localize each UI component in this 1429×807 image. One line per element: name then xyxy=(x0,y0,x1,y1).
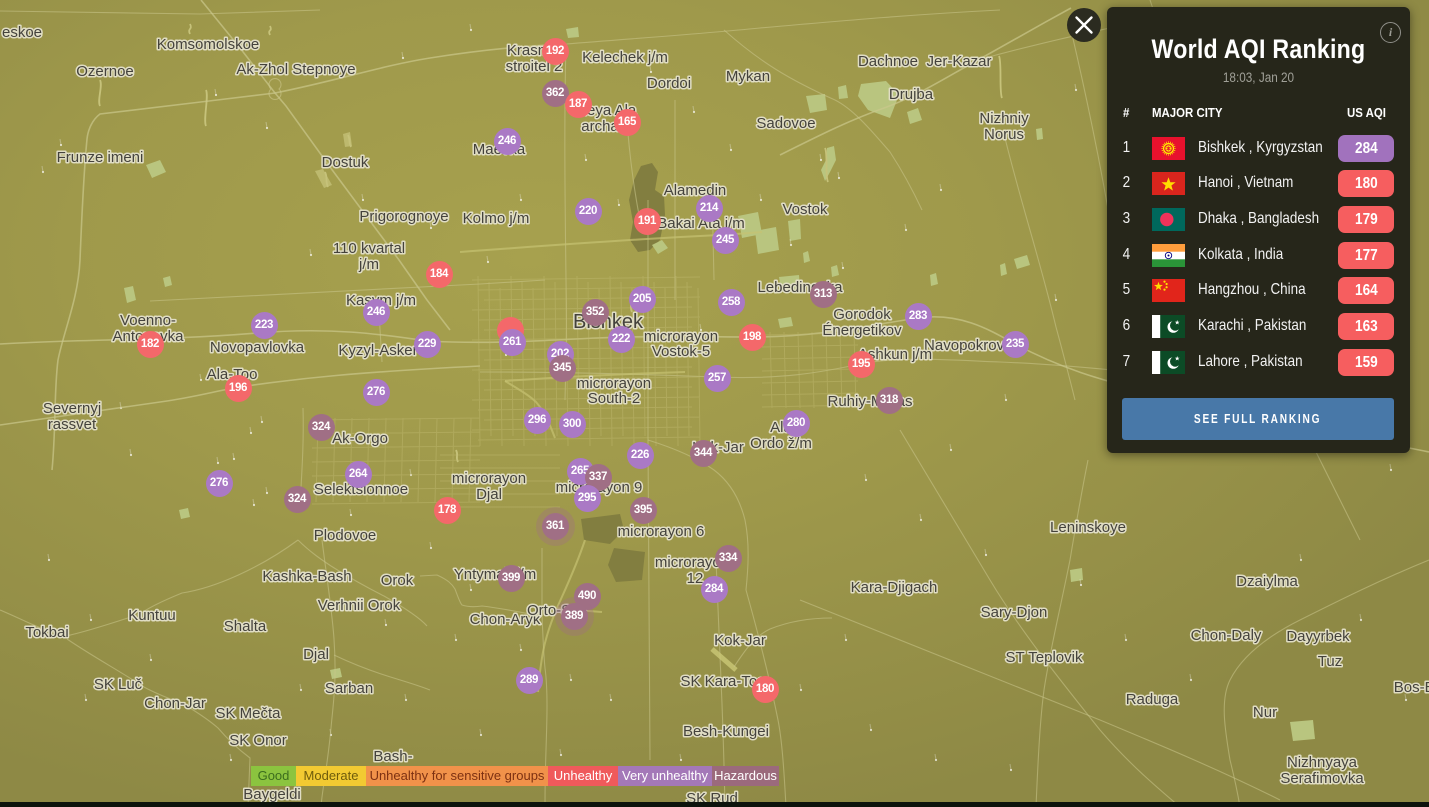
svg-text:ST Teplovik: ST Teplovik xyxy=(1006,649,1083,666)
svg-text:Djal: Djal xyxy=(303,646,329,663)
svg-text:Kok-Jar: Kok-Jar xyxy=(714,632,766,649)
svg-text:j/m: j/m xyxy=(358,256,379,273)
svg-text:Bash-: Bash- xyxy=(373,748,412,765)
svg-text:Dordoi: Dordoi xyxy=(647,75,691,92)
svg-text:Voenno-: Voenno- xyxy=(120,312,176,329)
svg-text:Severnyj: Severnyj xyxy=(43,400,101,417)
svg-text:Bos-Bel: Bos-Bel xyxy=(1394,679,1429,696)
svg-text:Drujba: Drujba xyxy=(889,86,934,103)
svg-text:Kara-Djigach: Kara-Djigach xyxy=(851,579,938,596)
svg-text:Serafimovka: Serafimovka xyxy=(1280,770,1364,787)
svg-text:Nizhnyaya: Nizhnyaya xyxy=(1287,754,1358,771)
svg-text:Mykan: Mykan xyxy=(726,68,770,85)
svg-text:Djal: Djal xyxy=(476,486,502,503)
svg-text:microrayon: microrayon xyxy=(452,470,526,487)
svg-text:Komsomolskoe: Komsomolskoe xyxy=(157,36,260,53)
svg-text:Chon-Jar: Chon-Jar xyxy=(144,695,206,712)
svg-text:Norus: Norus xyxy=(984,126,1024,143)
svg-text:Nur: Nur xyxy=(1253,704,1277,721)
svg-text:Sarban: Sarban xyxy=(325,680,373,697)
svg-text:Gorodok: Gorodok xyxy=(833,306,891,323)
svg-text:SK Mečta: SK Mečta xyxy=(215,705,281,722)
svg-text:Kashka-Bash: Kashka-Bash xyxy=(262,568,351,585)
svg-text:Kyzyl-Asker: Kyzyl-Asker xyxy=(338,342,417,359)
svg-text:SK Onor: SK Onor xyxy=(229,732,287,749)
svg-text:South-2: South-2 xyxy=(588,390,641,407)
svg-text:Ak-Orgo: Ak-Orgo xyxy=(332,430,388,447)
svg-text:Chon-Daly: Chon-Daly xyxy=(1191,627,1262,644)
svg-text:Plodovoe: Plodovoe xyxy=(314,527,377,544)
svg-text:Leninskoye: Leninskoye xyxy=(1050,519,1126,536)
svg-text:Sadovoe: Sadovoe xyxy=(756,115,815,132)
svg-text:Énergetikov: Énergetikov xyxy=(822,322,902,339)
svg-text:Baygeldi: Baygeldi xyxy=(243,786,301,803)
svg-text:SK Luč: SK Luč xyxy=(94,676,143,693)
svg-text:Shalta: Shalta xyxy=(224,618,267,635)
svg-text:110 kvartal: 110 kvartal xyxy=(333,240,405,257)
svg-text:rassvet: rassvet xyxy=(48,416,97,433)
svg-text:Kuntuu: Kuntuu xyxy=(128,607,176,624)
svg-text:Ordo ž/m: Ordo ž/m xyxy=(750,435,812,452)
svg-text:Novopavlovka: Novopavlovka xyxy=(210,339,305,356)
svg-text:Dzaiylma: Dzaiylma xyxy=(1236,573,1298,590)
svg-text:Frunze imeni: Frunze imeni xyxy=(57,149,144,166)
svg-text:Orok: Orok xyxy=(381,572,414,589)
svg-text:Tokbai: Tokbai xyxy=(25,624,68,641)
svg-text:Dachnoe: Dachnoe xyxy=(858,53,918,70)
svg-text:Vostok-5: Vostok-5 xyxy=(652,343,710,360)
svg-text:Sary-Djon: Sary-Djon xyxy=(981,604,1048,621)
svg-text:Verhnii Orok: Verhnii Orok xyxy=(318,597,401,614)
svg-text:Besh-Kungei: Besh-Kungei xyxy=(683,723,769,740)
svg-text:Kelechek j/m: Kelechek j/m xyxy=(582,49,668,66)
svg-text:Dayyrbek: Dayyrbek xyxy=(1286,628,1350,645)
svg-text:Ozernoe: Ozernoe xyxy=(76,63,134,80)
svg-text:Prigorognoye: Prigorognoye xyxy=(359,208,448,225)
svg-text:Jer-Kazar: Jer-Kazar xyxy=(926,53,991,70)
svg-text:Kolmo j/m: Kolmo j/m xyxy=(463,210,530,227)
svg-text:Tuz: Tuz xyxy=(1318,653,1342,670)
svg-text:Vostok: Vostok xyxy=(782,201,828,218)
svg-text:Nizhniy: Nizhniy xyxy=(979,110,1029,127)
svg-text:Dostuk: Dostuk xyxy=(322,154,369,171)
svg-text:eskoe: eskoe xyxy=(2,24,42,41)
svg-text:microrayon 6: microrayon 6 xyxy=(618,523,705,540)
svg-text:Ak-Zhol Stepnoye: Ak-Zhol Stepnoye xyxy=(236,61,355,78)
svg-text:Raduga: Raduga xyxy=(1126,691,1179,708)
